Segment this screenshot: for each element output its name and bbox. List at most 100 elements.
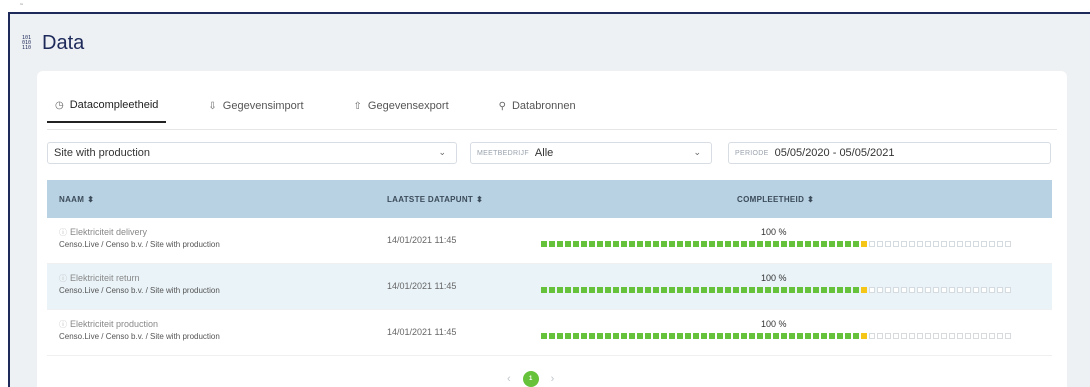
filled-segment xyxy=(797,241,803,247)
filled-segment xyxy=(597,241,603,247)
empty-segment xyxy=(989,287,995,293)
filled-segment xyxy=(629,287,635,293)
empty-segment xyxy=(973,333,979,339)
filter-bar: Site with production ⌄ MEETBEDRIJF Alle … xyxy=(47,142,1052,164)
filled-segment xyxy=(829,241,835,247)
cloud-upload-icon: ⇧ xyxy=(353,100,362,112)
filled-segment xyxy=(845,287,851,293)
filled-segment xyxy=(621,287,627,293)
filled-segment xyxy=(773,333,779,339)
filled-segment xyxy=(629,333,635,339)
header-laatste-datapunt[interactable]: LAATSTE DATAPUNT ⬍ xyxy=(387,195,483,204)
row-percent: 100 % xyxy=(761,319,787,329)
filled-segment xyxy=(677,287,683,293)
filled-segment xyxy=(621,333,627,339)
empty-segment xyxy=(965,241,971,247)
filled-segment xyxy=(685,241,691,247)
filled-segment xyxy=(813,287,819,293)
empty-segment xyxy=(1005,287,1011,293)
filled-segment xyxy=(645,333,651,339)
filled-segment xyxy=(725,333,731,339)
filled-segment xyxy=(717,333,723,339)
empty-segment xyxy=(869,241,875,247)
filled-segment xyxy=(853,333,859,339)
empty-segment xyxy=(917,333,923,339)
table-row[interactable]: ⓘ Elektriciteit production Censo.Live / C… xyxy=(47,310,1052,356)
empty-segment xyxy=(917,241,923,247)
empty-segment xyxy=(941,333,947,339)
empty-segment xyxy=(981,241,987,247)
empty-segment xyxy=(941,287,947,293)
periode-field[interactable]: PERIODE 05/05/2020 - 05/05/2021 xyxy=(728,142,1051,164)
filled-segment xyxy=(781,287,787,293)
next-page-button[interactable]: › xyxy=(551,373,555,385)
filled-segment xyxy=(685,287,691,293)
page-1-button[interactable]: 1 xyxy=(522,371,539,387)
pagination: ‹ 1 › xyxy=(507,371,554,387)
filled-segment xyxy=(613,287,619,293)
content-card: ◷ Datacompleetheid ⇩ Gegevensimport ⇧ Ge… xyxy=(37,71,1067,387)
filled-segment xyxy=(837,333,843,339)
filled-segment xyxy=(821,333,827,339)
row-timestamp: 14/01/2021 11:45 xyxy=(387,327,457,337)
empty-segment xyxy=(941,241,947,247)
page-header: 101 010 110 Data xyxy=(22,31,84,55)
clock-icon: ◷ xyxy=(55,99,64,111)
periode-label: PERIODE xyxy=(735,149,769,157)
filled-segment xyxy=(845,333,851,339)
filled-segment xyxy=(677,241,683,247)
filled-segment xyxy=(693,333,699,339)
tab-gegevensimport[interactable]: ⇩ Gegevensimport xyxy=(200,99,311,123)
tab-databronnen[interactable]: ⚲ Databronnen xyxy=(491,99,584,123)
filled-segment xyxy=(565,333,571,339)
empty-segment xyxy=(997,333,1003,339)
chevron-down-icon: ⌄ xyxy=(438,147,446,157)
header-compleetheid[interactable]: COMPLEETHEID ⬍ xyxy=(737,195,814,204)
row-path: Censo.Live / Censo b.v. / Site with prod… xyxy=(59,332,220,341)
empty-segment xyxy=(909,333,915,339)
filled-segment xyxy=(853,287,859,293)
filled-segment xyxy=(581,333,587,339)
info-icon: ⓘ xyxy=(59,274,67,283)
row-path: Censo.Live / Censo b.v. / Site with prod… xyxy=(59,286,220,295)
empty-segment xyxy=(901,333,907,339)
tab-label: Gegevensexport xyxy=(367,100,449,112)
header-compleetheid-label: COMPLEETHEID xyxy=(737,194,805,204)
tab-label: Gegevensimport xyxy=(222,100,304,112)
table-row[interactable]: ⓘ Elektriciteit return Censo.Live / Censo… xyxy=(47,264,1052,310)
empty-segment xyxy=(1005,333,1011,339)
tab-gegevensexport[interactable]: ⇧ Gegevensexport xyxy=(346,99,457,123)
filled-segment xyxy=(645,287,651,293)
meetbedrijf-select[interactable]: MEETBEDRIJF Alle ⌄ xyxy=(470,142,712,164)
filled-segment xyxy=(733,287,739,293)
filled-segment xyxy=(757,333,763,339)
tab-datacompleetheid[interactable]: ◷ Datacompleetheid xyxy=(47,99,167,123)
header-naam[interactable]: NAAM ⬍ xyxy=(59,195,94,204)
filled-segment xyxy=(797,333,803,339)
filled-segment xyxy=(573,241,579,247)
filled-segment xyxy=(581,241,587,247)
empty-segment xyxy=(981,287,987,293)
filled-segment xyxy=(701,287,707,293)
prev-page-button[interactable]: ‹ xyxy=(507,373,511,385)
sort-icon: ⬍ xyxy=(87,194,95,204)
filled-segment xyxy=(685,333,691,339)
filled-segment xyxy=(829,333,835,339)
filled-segment xyxy=(805,333,811,339)
filled-segment xyxy=(661,333,667,339)
empty-segment xyxy=(893,241,899,247)
row-name-label: Elektriciteit return xyxy=(70,273,140,283)
filled-segment xyxy=(765,333,771,339)
filled-segment xyxy=(637,287,643,293)
filled-segment xyxy=(541,287,547,293)
site-select[interactable]: Site with production ⌄ xyxy=(47,142,457,164)
filled-segment xyxy=(725,241,731,247)
filled-segment xyxy=(757,287,763,293)
filled-segment xyxy=(677,333,683,339)
filled-segment xyxy=(693,241,699,247)
filled-segment xyxy=(837,241,843,247)
empty-segment xyxy=(909,241,915,247)
empty-segment xyxy=(933,287,939,293)
filled-segment xyxy=(805,241,811,247)
table-row[interactable]: ⓘ Elektriciteit delivery Censo.Live / Cen… xyxy=(47,218,1052,264)
